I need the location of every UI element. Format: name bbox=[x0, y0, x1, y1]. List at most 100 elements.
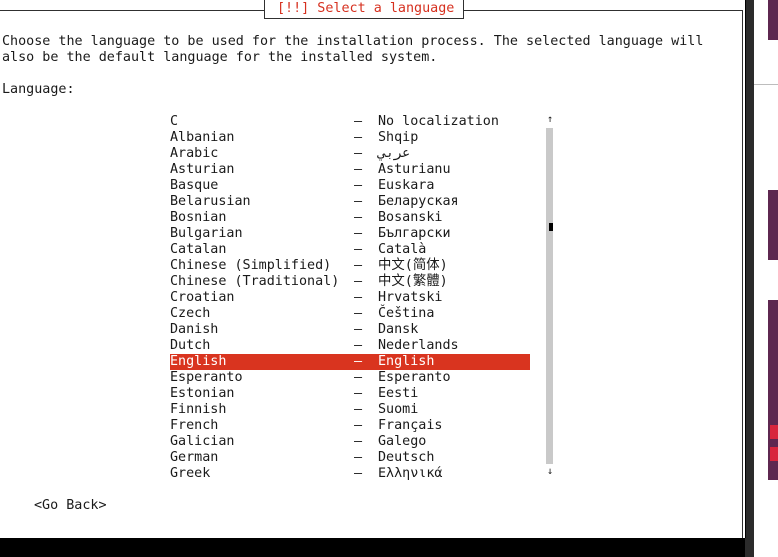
language-name: Chinese (Traditional) bbox=[170, 274, 340, 289]
language-separator: – bbox=[354, 242, 363, 257]
language-name: Czech bbox=[170, 306, 211, 321]
language-option[interactable]: Esperanto – Esperanto bbox=[170, 370, 530, 386]
language-list-scrollbar[interactable]: ↑ ↓ bbox=[545, 114, 555, 482]
language-option[interactable]: Danish – Dansk bbox=[170, 322, 530, 338]
screen: [!!] Select a language Choose the langua… bbox=[0, 0, 778, 557]
language-name: German bbox=[170, 450, 219, 465]
desktop-red-block bbox=[770, 425, 778, 439]
language-option[interactable]: Finnish – Suomi bbox=[170, 402, 530, 418]
language-option[interactable]: Czech – Čeština bbox=[170, 306, 530, 322]
language-name: Asturian bbox=[170, 162, 235, 177]
language-separator: – bbox=[354, 162, 363, 177]
language-separator: – bbox=[354, 226, 363, 241]
description-line-1: Choose the language to be used for the i… bbox=[2, 34, 704, 49]
language-separator: – bbox=[354, 194, 363, 209]
language-option[interactable]: Bosnian – Bosanski bbox=[170, 210, 530, 226]
language-name: French bbox=[170, 418, 219, 433]
language-separator: – bbox=[354, 210, 363, 225]
language-separator: – bbox=[354, 258, 363, 273]
language-separator: – bbox=[354, 434, 363, 449]
language-native-name: Čeština bbox=[378, 306, 435, 321]
language-option[interactable]: Chinese (Traditional) – 中文(繁體) bbox=[170, 274, 530, 290]
language-native-name: Esperanto bbox=[378, 370, 451, 385]
scrollbar-thumb[interactable] bbox=[549, 223, 553, 231]
language-option-selected[interactable]: English – English bbox=[170, 354, 530, 370]
language-separator: – bbox=[354, 466, 363, 481]
language-option[interactable]: Catalan – Català bbox=[170, 242, 530, 258]
language-option[interactable]: Belarusian – Беларуская bbox=[170, 194, 530, 210]
language-separator: – bbox=[354, 450, 363, 465]
desktop-purple-band bbox=[768, 0, 778, 40]
language-option[interactable]: Bulgarian – Български bbox=[170, 226, 530, 242]
language-native-name: عربي bbox=[378, 146, 411, 161]
language-option[interactable]: Albanian – Shqip bbox=[170, 130, 530, 146]
desktop-background-strip bbox=[754, 0, 778, 557]
language-list-label: Language: bbox=[2, 82, 75, 97]
desktop-purple-band bbox=[768, 190, 778, 260]
description-line-2: also be the default language for the ins… bbox=[2, 50, 438, 65]
language-name: Danish bbox=[170, 322, 219, 337]
language-name: Albanian bbox=[170, 130, 235, 145]
language-native-name: Asturianu bbox=[378, 162, 451, 177]
divider bbox=[754, 84, 778, 85]
language-native-name: Eesti bbox=[378, 386, 419, 401]
language-name: Dutch bbox=[170, 338, 211, 353]
language-separator: – bbox=[354, 178, 363, 193]
language-option[interactable]: Arabic – عربي bbox=[170, 146, 530, 162]
language-name: Galician bbox=[170, 434, 235, 449]
language-option[interactable]: French – Français bbox=[170, 418, 530, 434]
language-option[interactable]: C – No localization bbox=[170, 114, 530, 130]
language-native-name: Euskara bbox=[378, 178, 435, 193]
scrollbar-track[interactable] bbox=[546, 128, 553, 464]
language-option[interactable]: Estonian – Eesti bbox=[170, 386, 530, 402]
language-native-name: Français bbox=[378, 418, 443, 433]
language-name: Chinese (Simplified) bbox=[170, 258, 332, 273]
vm-window-edge bbox=[745, 0, 754, 557]
scroll-up-arrow-icon[interactable]: ↑ bbox=[545, 114, 555, 126]
language-name: Arabic bbox=[170, 146, 219, 161]
language-name: Basque bbox=[170, 178, 219, 193]
dialog-title-box: [!!] Select a language bbox=[264, 0, 464, 19]
language-name: Bulgarian bbox=[170, 226, 243, 241]
language-separator: – bbox=[354, 402, 363, 417]
language-separator: – bbox=[354, 306, 363, 321]
language-option[interactable]: Chinese (Simplified) – 中文(简体) bbox=[170, 258, 530, 274]
language-option[interactable]: Asturian – Asturianu bbox=[170, 162, 530, 178]
language-native-name: 中文(简体) bbox=[378, 258, 448, 273]
language-separator: – bbox=[354, 130, 363, 145]
language-separator: – bbox=[354, 322, 363, 337]
language-option[interactable]: Galician – Galego bbox=[170, 434, 530, 450]
installer-dialog: [!!] Select a language Choose the langua… bbox=[0, 0, 746, 538]
language-native-name: Hrvatski bbox=[378, 290, 443, 305]
language-native-name: Català bbox=[378, 242, 427, 257]
language-option[interactable]: Greek – Ελληνικά bbox=[170, 466, 530, 482]
language-option[interactable]: Basque – Euskara bbox=[170, 178, 530, 194]
language-list[interactable]: C – No localization Albanian – Shqip Arabic – عر… bbox=[170, 114, 530, 482]
language-name: Esperanto bbox=[170, 370, 243, 385]
language-option[interactable]: Dutch – Nederlands bbox=[170, 338, 530, 354]
language-separator: – bbox=[354, 370, 363, 385]
go-back-button[interactable]: <Go Back> bbox=[34, 498, 107, 514]
language-option[interactable]: Croatian – Hrvatski bbox=[170, 290, 530, 306]
language-native-name: Shqip bbox=[378, 130, 419, 145]
language-native-name: Ελληνικά bbox=[378, 466, 443, 481]
language-option[interactable]: German – Deutsch bbox=[170, 450, 530, 466]
language-name: Finnish bbox=[170, 402, 227, 417]
desktop-red-block bbox=[770, 447, 778, 461]
language-separator: – bbox=[354, 290, 363, 305]
language-separator: – bbox=[354, 354, 363, 369]
language-name: Bosnian bbox=[170, 210, 227, 225]
language-separator: – bbox=[354, 146, 363, 161]
language-name: Estonian bbox=[170, 386, 235, 401]
language-separator: – bbox=[354, 386, 363, 401]
language-native-name: Bosanski bbox=[378, 210, 443, 225]
language-native-name: 中文(繁體) bbox=[378, 274, 448, 289]
language-name: C bbox=[170, 114, 179, 129]
scroll-down-arrow-icon[interactable]: ↓ bbox=[545, 466, 555, 478]
dialog-title: [!!] Select a language bbox=[277, 1, 455, 16]
language-name: Croatian bbox=[170, 290, 235, 305]
language-native-name: No localization bbox=[378, 114, 499, 129]
language-separator: – bbox=[354, 338, 363, 353]
language-separator: – bbox=[354, 114, 363, 129]
language-native-name: Deutsch bbox=[378, 450, 435, 465]
